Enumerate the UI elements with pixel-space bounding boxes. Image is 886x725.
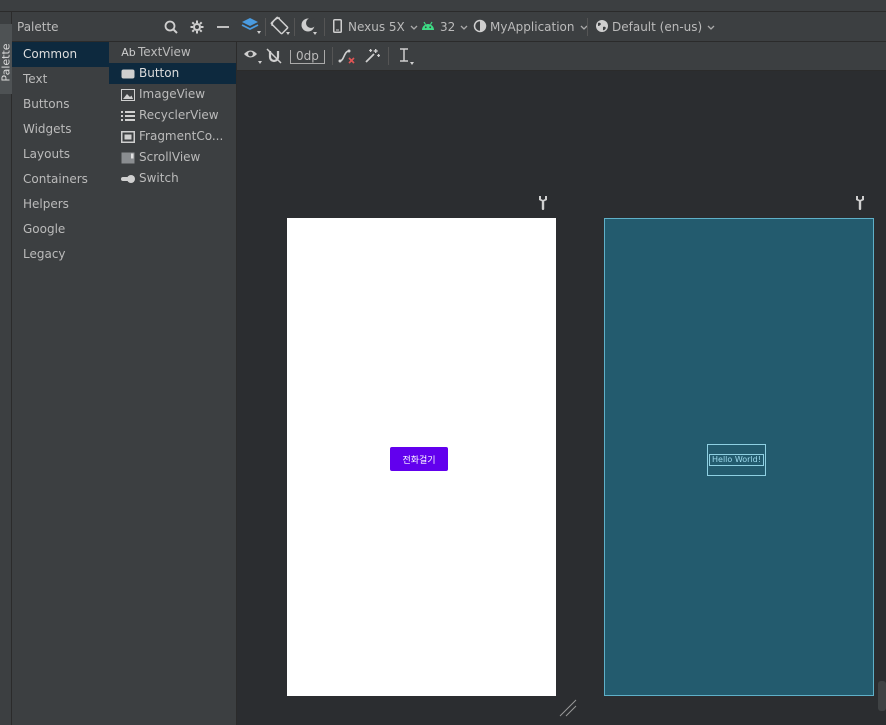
title-strip [0,0,886,12]
night-mode-icon [299,16,319,39]
textview-icon: Ab [121,46,136,59]
android-icon [421,20,435,34]
component-label: ScrollView [139,150,201,164]
list-icon [120,109,136,123]
chevron-down-icon [410,20,418,34]
component-recyclerview[interactable]: RecyclerView [109,105,236,126]
eye-icon [243,47,263,68]
night-mode-button[interactable] [299,16,319,38]
palette-title: Palette [17,20,59,34]
palette-header: Palette [12,12,237,42]
left-tool-strip: Palette [0,12,13,725]
toolbar-separator [294,18,295,36]
category-common[interactable]: Common [12,42,109,67]
wrench-icon[interactable] [853,195,867,211]
component-label: TextView [138,45,191,59]
design-preview[interactable]: 전화걸기 [287,218,556,696]
theme-dropdown[interactable]: MyApplication [473,16,588,38]
rotate-icon [270,16,290,39]
phone-icon [333,18,342,36]
locale-label: Default (en-us) [612,20,703,34]
locale-dropdown[interactable]: Default (en-us) [595,16,715,38]
component-label: Button [139,66,180,80]
clear-constraints-button[interactable] [338,46,356,68]
category-helpers[interactable]: Helpers [12,192,109,217]
default-margin-label: 0dp [290,50,325,64]
call-button[interactable]: 전화걸기 [390,447,448,471]
category-text[interactable]: Text [12,67,109,92]
orientation-button[interactable] [270,16,290,38]
resize-handle-icon[interactable] [558,698,578,718]
component-label: ImageView [139,87,206,101]
design-toolbar: Nexus 5X 32 MyApplication Default (en-us… [237,12,886,42]
scrollview-icon [120,151,136,165]
component-scrollview[interactable]: ScrollView [109,147,236,168]
view-options-button[interactable] [243,46,263,68]
component-label: RecyclerView [139,108,219,122]
magic-wand-icon [364,48,381,67]
category-legacy[interactable]: Legacy [12,242,109,267]
autoconnect-toggle[interactable] [266,46,282,68]
category-layouts[interactable]: Layouts [12,142,109,167]
theme-label: MyApplication [490,20,575,34]
layout-toolbar: 0dp [237,42,886,71]
component-button[interactable]: Button [109,63,236,84]
canvas-scrollbar[interactable] [878,681,886,711]
api-level-label: 32 [440,20,456,34]
button-icon [120,67,136,81]
category-buttons[interactable]: Buttons [12,92,109,117]
toolbar-separator [332,47,333,65]
chevron-down-icon [460,20,468,34]
palette-categories: Common Text Buttons Widgets Layouts Cont… [12,42,109,725]
chevron-down-icon [707,20,715,34]
layers-icon [241,17,261,38]
globe-icon [595,19,609,36]
search-icon[interactable] [162,18,180,36]
image-icon [120,88,136,102]
magnet-off-icon [266,47,282,67]
gear-icon[interactable] [188,18,206,36]
toolbar-separator [324,18,325,36]
minimize-icon[interactable] [214,18,232,36]
component-label: FragmentCo... [139,129,224,143]
component-fragmentcontainerview[interactable]: FragmentCo... [109,126,236,147]
palette-components: Ab TextView Button ImageView RecyclerVie… [109,42,237,725]
blueprint-text: Hello World! [709,454,764,466]
component-imageview[interactable]: ImageView [109,84,236,105]
default-margin-button[interactable]: 0dp [290,46,325,68]
switch-icon [120,172,136,186]
design-canvas[interactable]: 전화걸기 Hello World! [237,71,886,725]
toolbar-separator [388,47,389,65]
guideline-icon [397,47,415,68]
fragment-icon [120,130,136,144]
category-widgets[interactable]: Widgets [12,117,109,142]
toolbar-separator [265,18,266,36]
infer-constraints-button[interactable] [364,46,381,68]
design-surface-button[interactable] [241,16,261,38]
wrench-icon[interactable] [536,195,550,211]
theme-icon [473,19,487,36]
api-level-dropdown[interactable]: 32 [421,16,468,38]
device-dropdown[interactable]: Nexus 5X [333,16,418,38]
component-textview[interactable]: Ab TextView [109,42,236,63]
component-label: Switch [139,171,179,185]
blueprint-button[interactable]: Hello World! [707,444,766,476]
category-google[interactable]: Google [12,217,109,242]
toolbar-separator [587,18,588,36]
clear-constraints-icon [338,47,356,68]
palette-side-tab-label: Palette [0,43,13,82]
component-switch[interactable]: Switch [109,168,236,189]
guidelines-dropdown[interactable] [397,46,415,68]
blueprint-preview[interactable]: Hello World! [604,218,874,696]
device-label: Nexus 5X [348,20,405,34]
category-containers[interactable]: Containers [12,167,109,192]
palette-side-tab[interactable]: Palette [0,24,13,94]
